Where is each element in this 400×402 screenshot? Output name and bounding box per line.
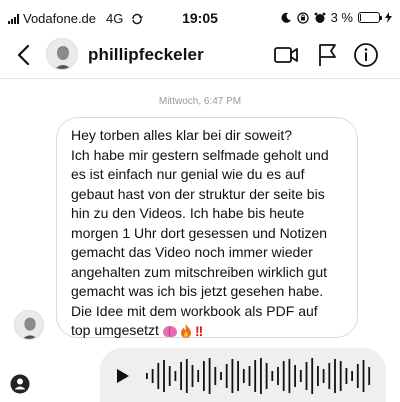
battery-fill — [360, 14, 361, 21]
waveform-bar — [317, 366, 319, 386]
message-line: es ist einfach nur genial wie du es auf — [71, 166, 305, 182]
double-exclamation-emoji: !! — [194, 322, 203, 339]
waveform-bar — [311, 358, 314, 394]
waveform-bar — [265, 363, 268, 389]
message-line: top umgesetzt — [71, 322, 159, 338]
waveform-bar — [254, 360, 257, 392]
message-timestamp: Mittwoch, 6:47 PM — [158, 96, 242, 107]
battery-percent: 3 % — [330, 10, 353, 25]
waveform-bar — [322, 369, 325, 383]
battery-icon — [358, 12, 382, 23]
waveform-bar — [334, 359, 336, 393]
waveform-bar — [146, 373, 148, 379]
waveform-bar — [271, 371, 274, 381]
waveform-bar — [277, 367, 279, 385]
status-right: 3 % — [281, 10, 392, 25]
message-line: Ich habe mir gestern selfmade geholt und — [71, 146, 329, 163]
message-line: Die Idee mit dem workbook als PDF auf — [71, 302, 318, 319]
message-line: Hey torben alles klar bei dir soweit? — [71, 127, 292, 143]
waveform-bar — [299, 370, 302, 382]
message-line: gemacht das Video noch immer wieder — [71, 244, 313, 260]
waveform-bar — [328, 363, 331, 389]
waveform-bar — [163, 360, 165, 392]
waveform-bar — [225, 364, 228, 388]
waveform-bar — [248, 366, 251, 386]
status-bar: Vodafone.de 4G 19:05 3 % — [0, 0, 400, 34]
waveform-bar — [242, 369, 245, 383]
waveform-bar — [220, 372, 222, 380]
waveform-bar — [231, 359, 234, 393]
info-icon[interactable] — [351, 40, 381, 70]
waveform-bar — [197, 370, 200, 382]
waveform-bar — [294, 365, 296, 387]
voice-message-bubble[interactable] — [100, 348, 386, 402]
flag-icon[interactable] — [312, 40, 342, 70]
waveform-bar — [191, 365, 194, 387]
waveform-bar — [356, 364, 359, 388]
waveform-bar — [351, 371, 353, 381]
waveform-bar — [339, 361, 342, 391]
chat-header: phillipfeckeler — [0, 34, 400, 76]
waveform-bar — [362, 360, 365, 392]
waveform[interactable] — [144, 356, 376, 396]
person-avatar-icon — [47, 39, 77, 69]
message-line: hin zu den Videos. Ich habe bis heute — [71, 205, 305, 221]
message-line: gemacht was ich bis jetzt gesehen habe. — [71, 283, 324, 299]
fire-emoji-icon — [180, 324, 191, 339]
message-avatar[interactable] — [14, 310, 44, 340]
back-chevron-icon[interactable] — [12, 40, 36, 70]
waveform-bar — [180, 362, 182, 390]
waveform-bar — [345, 368, 348, 384]
waveform-bar — [203, 361, 205, 391]
message-line: gebaut hast von der struktur der seite b… — [71, 185, 325, 202]
video-camera-icon[interactable] — [271, 40, 301, 70]
waveform-bar — [305, 362, 308, 390]
alarm-icon — [314, 12, 325, 23]
header-divider — [0, 78, 400, 79]
charging-bolt-icon — [385, 12, 392, 23]
waveform-bar — [260, 358, 262, 394]
waveform-bar — [168, 366, 171, 386]
message-line: angehalten zum mitschreiben wirklich gut — [71, 263, 328, 280]
brain-emoji-icon — [162, 325, 177, 337]
waveform-bar — [157, 363, 160, 389]
waveform-bar — [208, 358, 211, 394]
header-username[interactable]: phillipfeckeler — [88, 45, 204, 65]
waveform-bar — [151, 369, 154, 383]
message-bubble[interactable]: Hey torben alles klar bei dir soweit? Ic… — [56, 117, 358, 341]
message-line: morgen 1 Uhr dort gesessen und Notizen — [71, 224, 328, 241]
emoji-group: !! — [162, 322, 203, 342]
profile-icon[interactable] — [10, 374, 30, 394]
waveform-bar — [185, 359, 188, 393]
play-icon[interactable] — [116, 368, 130, 384]
header-avatar[interactable] — [46, 38, 78, 70]
moon-icon — [281, 12, 291, 23]
waveform-bar — [282, 361, 285, 391]
person-avatar-icon — [15, 311, 43, 339]
orientation-lock-icon — [296, 11, 309, 24]
waveform-bar — [368, 367, 371, 385]
message-line-last: top umgesetzt!! — [71, 321, 347, 341]
waveform-bar — [288, 359, 291, 393]
waveform-bar — [237, 361, 239, 391]
waveform-bar — [174, 371, 177, 381]
waveform-bar — [214, 367, 217, 385]
